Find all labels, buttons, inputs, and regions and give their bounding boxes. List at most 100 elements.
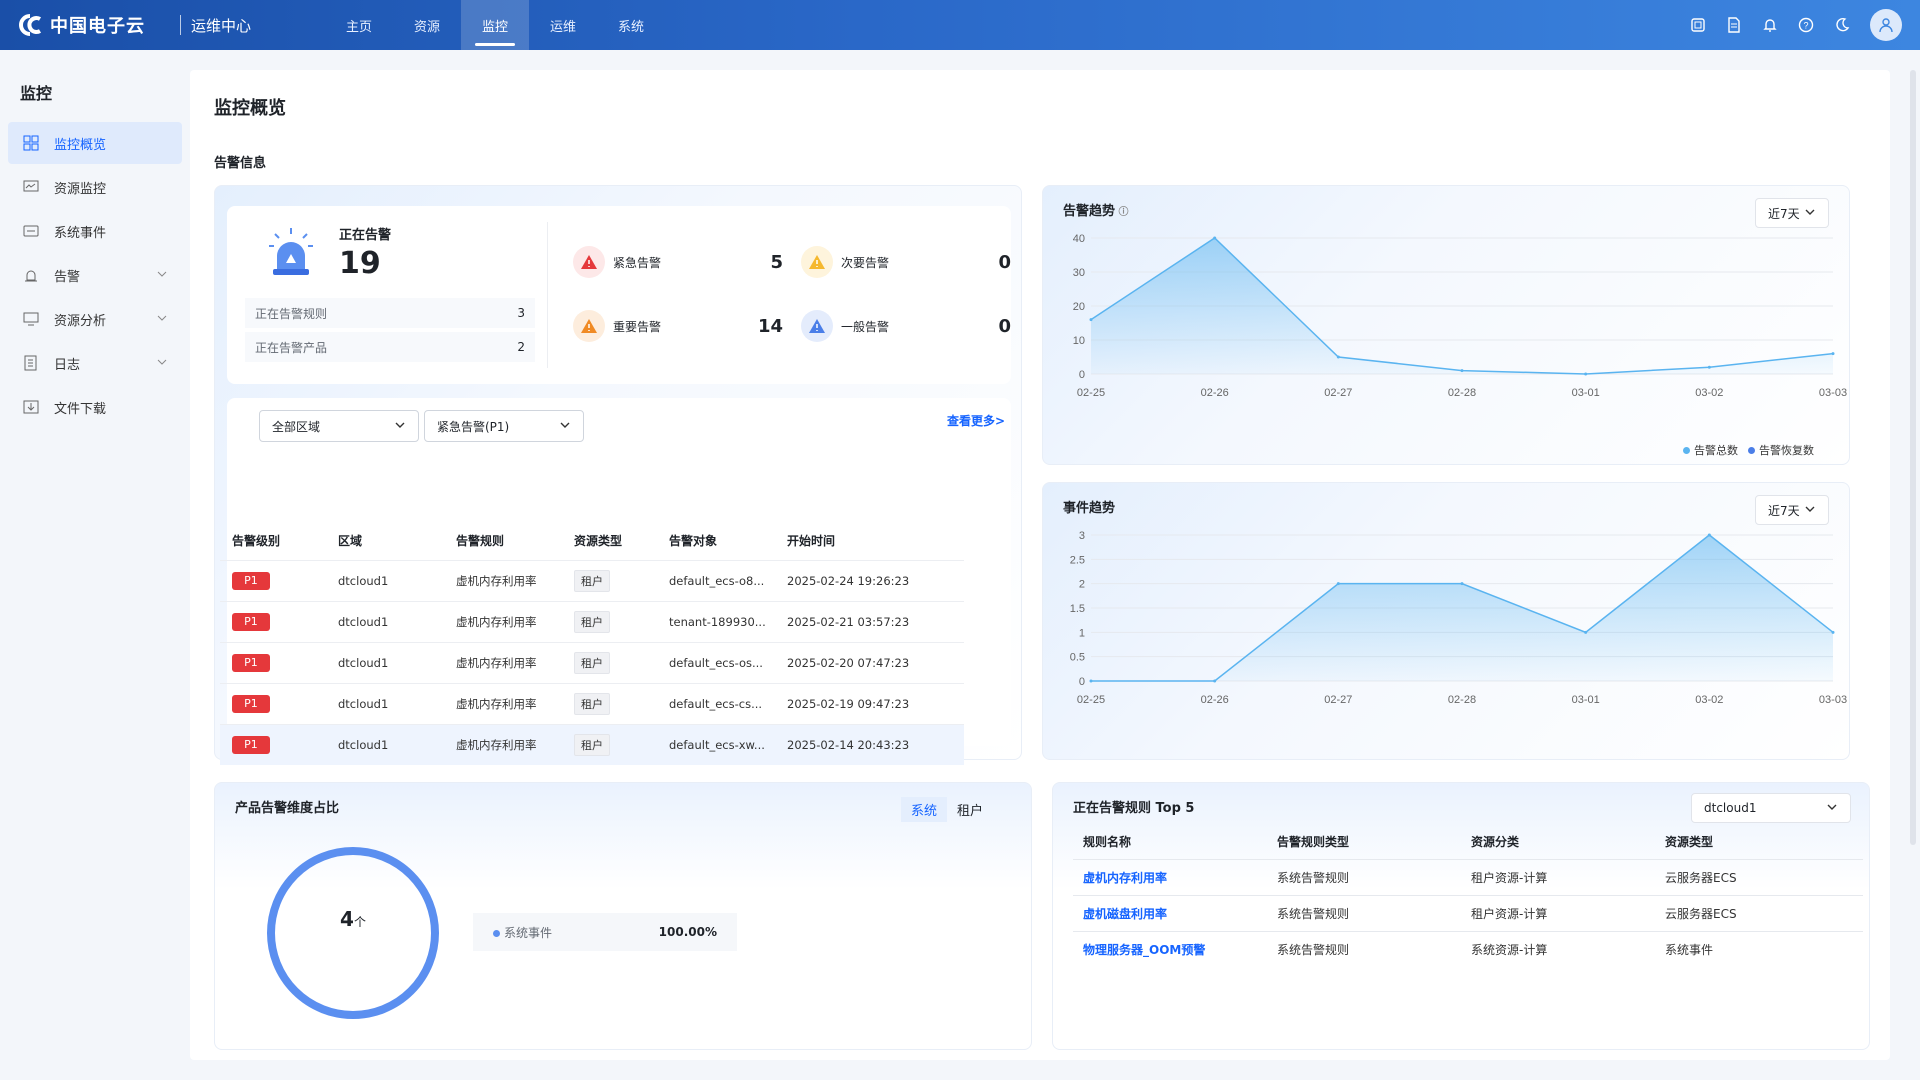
region-select-value: 全部区域	[272, 419, 321, 434]
region-cell: dtcloud1	[338, 723, 456, 765]
sidebar-item-system-events[interactable]: 系统事件	[8, 210, 182, 252]
x-tick-label: 02-26	[1201, 387, 1229, 399]
moon-icon[interactable]	[1832, 15, 1852, 35]
top-rules-region-select[interactable]: dtcloud1	[1691, 793, 1851, 823]
level-cell: P1	[220, 682, 338, 724]
alarm-trend-range-select[interactable]: 近7天	[1755, 198, 1829, 228]
data-point[interactable]	[1584, 372, 1588, 376]
alarm-summary-card: 正在告警 19 正在告警规则 3 正在告警产品 2 紧急告警 5 次要告警 0	[227, 206, 1011, 384]
nav-monitor[interactable]: 监控	[461, 0, 529, 50]
tab-system[interactable]: 系统	[901, 797, 948, 822]
col-rule: 告警规则	[456, 534, 505, 549]
table-row[interactable]: P1 dtcloud1 虚机内存利用率 租户 tenant-189930... 2025-…	[220, 600, 964, 642]
severity-major[interactable]: 重要告警 14	[573, 310, 783, 342]
alarm-trend-title: 告警趋势 ⓘ	[1063, 200, 1129, 219]
active-alarm-count: 19	[339, 246, 381, 281]
main-nav: 主页 资源 监控 运维 系统	[325, 0, 665, 50]
sidebar-item-analysis[interactable]: 资源分析	[8, 298, 182, 340]
type-tag: 租户	[574, 651, 610, 674]
table-row[interactable]: 虚机内存利用率 系统告警规则 租户资源-计算 云服务器ECS	[1073, 858, 1863, 895]
nav-ops[interactable]: 运维	[529, 0, 597, 50]
sidebar-item-resource-monitor[interactable]: 资源监控	[8, 166, 182, 208]
data-point[interactable]	[1213, 679, 1217, 683]
target-cell: default_ecs-cs...	[669, 682, 787, 724]
data-point[interactable]	[1089, 679, 1093, 683]
data-point[interactable]	[1584, 630, 1588, 634]
data-point[interactable]	[1089, 318, 1093, 322]
type-tag: 租户	[574, 610, 610, 633]
y-tick-label: 1	[1079, 627, 1085, 639]
donut-total: 4个	[263, 907, 443, 931]
ratio-legend-row: 系统事件 100.00%	[473, 913, 737, 951]
sidebar-item-label: 系统事件	[54, 225, 107, 241]
screen-icon[interactable]	[1688, 15, 1708, 35]
active-alarm-label: 正在告警	[339, 228, 392, 243]
region-cell: dtcloud1	[338, 682, 456, 724]
event-trend-panel: 事件趋势 近7天 0 0.5 1 1.5 2 2.5 3 02-25 02-26 02-27 02-…	[1042, 482, 1850, 760]
severity-general[interactable]: 一般告警 0	[801, 310, 1011, 342]
sidebar-item-download[interactable]: 文件下载	[8, 386, 182, 428]
level-cell: P1	[220, 723, 338, 765]
help-icon[interactable]: ?	[1796, 15, 1816, 35]
page-scrollbar[interactable]	[1910, 70, 1916, 845]
brand-logo[interactable]: 中国电子云	[18, 12, 168, 38]
table-row[interactable]: P1 dtcloud1 虚机内存利用率 租户 default_ecs-os... 2025…	[220, 641, 964, 683]
data-point[interactable]	[1336, 355, 1340, 359]
x-tick-label: 02-25	[1077, 387, 1105, 399]
sidebar-item-logs[interactable]: 日志	[8, 342, 182, 384]
rule-name-link[interactable]: 物理服务器_OOM预警	[1073, 930, 1267, 967]
y-tick-label: 1.5	[1070, 603, 1085, 615]
y-tick-label: 30	[1073, 267, 1085, 279]
user-avatar[interactable]	[1870, 9, 1902, 41]
table-row[interactable]: 物理服务器_OOM预警 系统告警规则 系统资源-计算 系统事件	[1073, 930, 1863, 967]
time-cell: 2025-02-20 07:47:23	[787, 641, 964, 683]
view-more-link[interactable]: 查看更多>	[947, 412, 1005, 429]
level-select[interactable]: 紧急告警(P1)	[424, 410, 584, 442]
rule-kind-cell: 系统告警规则	[1267, 858, 1461, 895]
rule-name-link[interactable]: 虚机内存利用率	[1073, 858, 1267, 895]
nav-home[interactable]: 主页	[325, 0, 393, 50]
category-cell: 系统资源-计算	[1461, 930, 1655, 967]
data-point[interactable]	[1707, 533, 1711, 537]
sidebar-item-alarm[interactable]: 告警	[8, 254, 182, 296]
product-ratio-panel: 产品告警维度占比 系统 租户 4个 系统事件 100.00%	[214, 782, 1032, 1050]
table-row[interactable]: P1 dtcloud1 虚机内存利用率 租户 default_ecs-o8... 2025…	[220, 559, 964, 601]
table-row[interactable]: P1 dtcloud1 虚机内存利用率 租户 default_ecs-xw... 2025…	[220, 723, 964, 765]
data-point[interactable]	[1707, 365, 1711, 369]
rule-name-link[interactable]: 虚机磁盘利用率	[1073, 894, 1267, 931]
y-tick-label: 0.5	[1070, 652, 1085, 664]
table-row[interactable]: 虚机磁盘利用率 系统告警规则 租户资源-计算 云服务器ECS	[1073, 894, 1863, 931]
data-point[interactable]	[1831, 352, 1835, 356]
top-rules-table: 规则名称 告警规则类型 资源分类 资源类型 虚机内存利用率 系统告警规则 租户资源-…	[1073, 825, 1863, 967]
data-point[interactable]	[1831, 630, 1835, 634]
tab-tenant[interactable]: 租户	[947, 797, 993, 822]
nav-system[interactable]: 系统	[597, 0, 665, 50]
bell-icon[interactable]	[1760, 15, 1780, 35]
type-cell: 租户	[574, 559, 669, 601]
region-select[interactable]: 全部区域	[259, 410, 419, 442]
critical-warning-icon	[573, 246, 605, 278]
table-header-row: 告警级别 区域 告警规则 资源类型 告警对象 开始时间	[220, 522, 964, 560]
sidebar-item-overview[interactable]: 监控概览	[8, 122, 182, 164]
x-tick-label: 03-03	[1819, 694, 1847, 706]
data-point[interactable]	[1460, 369, 1464, 373]
range-value: 近7天	[1768, 206, 1800, 221]
time-cell: 2025-02-19 09:47:23	[787, 682, 964, 724]
data-point[interactable]	[1213, 236, 1217, 240]
page-title: 监控概览	[214, 98, 286, 119]
severity-minor[interactable]: 次要告警 0	[801, 246, 1011, 278]
ratio-legend-label: 系统事件	[493, 924, 552, 941]
col-rule-kind: 告警规则类型	[1277, 835, 1350, 850]
x-tick-label: 03-01	[1572, 694, 1600, 706]
severity-critical[interactable]: 紧急告警 5	[573, 246, 783, 278]
y-tick-label: 0	[1079, 369, 1085, 381]
event-trend-range-select[interactable]: 近7天	[1755, 495, 1829, 525]
table-row[interactable]: P1 dtcloud1 虚机内存利用率 租户 default_ecs-cs... 2025…	[220, 682, 964, 724]
y-tick-label: 3	[1079, 530, 1085, 542]
x-tick-label: 02-26	[1201, 694, 1229, 706]
nav-resources[interactable]: 资源	[393, 0, 461, 50]
document-icon[interactable]	[1724, 15, 1744, 35]
data-point[interactable]	[1460, 582, 1464, 586]
severity-label: 重要告警	[613, 319, 662, 334]
data-point[interactable]	[1336, 582, 1340, 586]
